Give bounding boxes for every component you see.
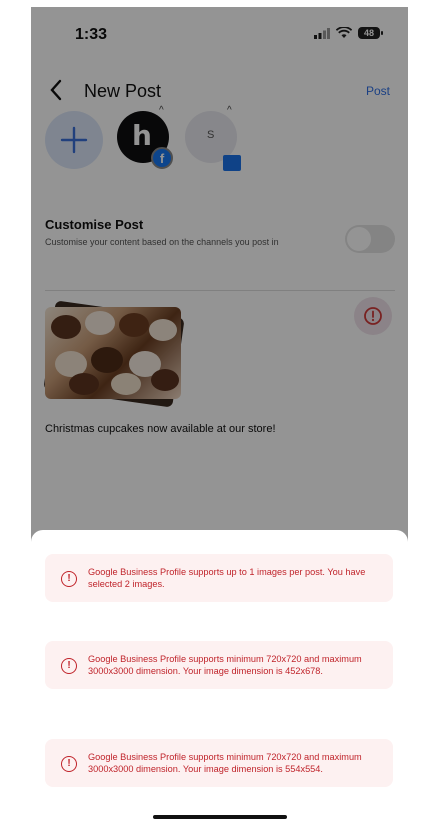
alert-icon: !: [61, 571, 77, 587]
phone-screen: 1:33 48 New Post Post ^ h f ^ S Customis…: [31, 7, 408, 827]
error-alert: ! Google Business Profile supports minim…: [45, 739, 393, 787]
alert-icon: !: [61, 658, 77, 674]
error-alert: ! Google Business Profile supports minim…: [45, 641, 393, 689]
error-message: Google Business Profile supports minimum…: [88, 752, 362, 774]
home-indicator[interactable]: [153, 815, 287, 819]
alert-icon: !: [61, 756, 77, 772]
error-message: Google Business Profile supports up to 1…: [88, 567, 366, 589]
error-alert: ! Google Business Profile supports up to…: [45, 554, 393, 602]
error-bottom-sheet: ! Google Business Profile supports up to…: [31, 530, 408, 827]
error-message: Google Business Profile supports minimum…: [88, 654, 362, 676]
